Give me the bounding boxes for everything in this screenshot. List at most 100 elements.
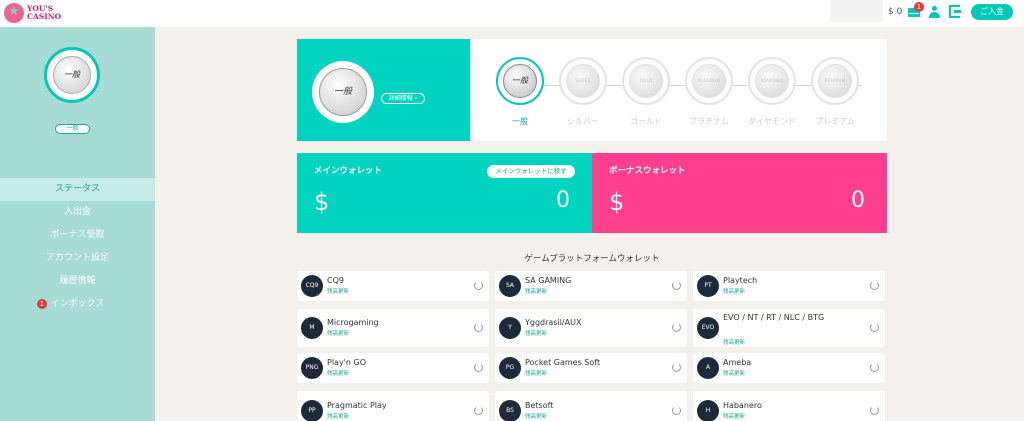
refresh-icon[interactable] [672,323,681,332]
platform-name: Habanero [723,401,762,410]
main-wallet-amount: 0 [556,188,570,213]
tier-silver[interactable]: SILVER シルバー [556,57,610,139]
refresh-icon[interactable] [870,406,879,415]
refresh-icon[interactable] [474,363,483,372]
refresh-icon[interactable] [474,323,483,332]
bonus-wallet-card: ボーナスウォレット $ 0 [592,153,887,233]
avatar-rank-medal: 一般 [53,56,91,94]
platform-name: EVO / NT / RT / NLC / BTG [723,313,825,322]
sidebar-item-history[interactable]: 履歴情報 [0,270,155,293]
tier-medal: PLATINUM [692,64,726,98]
current-rank-card: 一般 詳細情報 › [297,39,470,141]
bonus-wallet-currency: $ [609,188,625,216]
tier-label: プレミアム [815,117,855,126]
tier-diamond[interactable]: DIAMOND ダイヤモンド [745,57,799,139]
main-wallet-card: メインウォレット メインウォレットに移す $ 0 [297,153,592,233]
platform-name: Yggdrasil/AUX [525,318,582,327]
platform-wallet-card: M Microgaming 残高更新 [297,309,489,347]
refresh-icon[interactable] [672,281,681,290]
star-logo-icon [4,3,24,23]
platform-name: Microgaming [327,318,379,327]
platform-logo-icon: PT [697,275,719,297]
balance-update-link[interactable]: 残高更新 [525,412,547,420]
tier-label: 一般 [512,117,528,126]
sidebar: 一般 一般 ステータス 入出金 ボーナス受取 アカウント設定 履歴情報 1 イン… [0,27,155,421]
sidebar-item-bonus[interactable]: ボーナス受取 [0,224,155,247]
rank-avatar: 一般 [44,47,100,103]
main-wallet-currency: $ [314,188,330,216]
sidebar-item-account-settings[interactable]: アカウント設定 [0,247,155,270]
refresh-icon[interactable] [474,406,483,415]
platform-wallet-card: BS Betsoft 残高更新 [495,391,687,421]
platform-logo-icon: Y [499,317,521,339]
platform-name: Play'n GO [327,358,366,367]
tier-medal: SILVER [566,64,600,98]
platform-logo-icon: EVO [697,317,719,339]
logo-text: YOU'S CASINO [27,4,62,21]
platform-logo-icon: M [301,317,323,339]
balance-update-link[interactable]: 残高更新 [525,287,547,295]
platform-name: Pragmatic Play [327,401,387,410]
sidebar-item-label: インボックス [50,299,105,309]
balance-update-link[interactable]: 残高更新 [723,369,745,377]
casino-logo[interactable]: YOU'S CASINO [4,3,61,23]
tier-medal: PREMIUM [818,64,852,98]
platform-logo-icon: BS [499,400,521,421]
tier-general[interactable]: 一般 一般 [493,57,547,139]
balance-update-link[interactable]: 残高更新 [327,287,349,295]
tier-medal: DIAMOND [755,64,789,98]
refresh-icon[interactable] [672,363,681,372]
platform-logo-icon: CQ9 [301,275,323,297]
tier-label: シルバー [567,117,599,126]
mail-badge: 1 [914,2,924,12]
platform-logo-icon: SA [499,275,521,297]
balance-update-link[interactable]: 残高更新 [723,412,745,420]
platform-name: Pocket Games Soft [525,358,601,367]
rank-panel: 一般 詳細情報 › 一般 一般 SILVER シルバー GOLD ゴールド PL… [297,39,887,141]
platform-wallet-card: PG Pocket Games Soft 残高更新 [495,353,687,383]
tier-premium[interactable]: PREMIUM プレミアム [808,57,862,139]
refresh-icon[interactable] [870,281,879,290]
tier-platinum[interactable]: PLATINUM プラチナム [682,57,736,139]
platform-name: Betsoft [525,401,554,410]
tier-medal: 一般 [503,64,537,98]
platform-logo-icon: PG [499,357,521,379]
balance-update-link[interactable]: 残高更新 [723,287,745,295]
inbox-badge: 1 [37,299,47,309]
user-icon[interactable] [929,6,940,18]
refresh-icon[interactable] [474,281,483,290]
sidebar-menu: ステータス 入出金 ボーナス受取 アカウント設定 履歴情報 1 インボックス [0,178,155,316]
tier-label: ダイヤモンド [748,117,796,126]
balance-update-link[interactable]: 残高更新 [327,412,349,420]
platform-wallet-card: Y Yggdrasil/AUX 残高更新 [495,309,687,347]
platform-wallet-card: SA SA GAMING 残高更新 [495,271,687,301]
sidebar-item-inbox[interactable]: 1 インボックス [0,293,155,316]
bonus-wallet-title: ボーナスウォレット [609,166,686,176]
tier-gold[interactable]: GOLD ゴールド [619,57,673,139]
sidebar-item-deposit-withdraw[interactable]: 入出金 [0,201,155,224]
sidebar-item-status[interactable]: ステータス [0,178,155,201]
platform-logo-icon: PNG [301,357,323,379]
platform-wallet-card: CQ9 CQ9 残高更新 [297,271,489,301]
logout-icon[interactable] [949,5,961,18]
current-rank-text: 一般 [319,68,367,116]
platform-wallet-card: PP Pragmatic Play 残高更新 [297,391,489,421]
refresh-icon[interactable] [870,323,879,332]
deposit-button[interactable]: ご入金 [971,4,1013,20]
balance-update-link[interactable]: 残高更新 [525,329,547,337]
balance-update-link[interactable]: 残高更新 [525,369,547,377]
balance-update-link[interactable]: 残高更新 [327,369,349,377]
platform-wallet-card: A Ameba 残高更新 [693,353,885,383]
rank-detail-button[interactable]: 詳細情報 › [381,93,425,104]
platform-wallets-title: ゲームプラットフォームウォレット [524,254,660,264]
platform-wallet-card: PT Playtech 残高更新 [693,271,885,301]
move-to-main-wallet-button[interactable]: メインウォレットに移す [487,165,575,178]
tier-label: プラチナム [689,117,729,126]
balance-update-link[interactable]: 残高更新 [327,329,349,337]
current-rank-medal: 一般 [312,61,374,123]
refresh-icon[interactable] [672,406,681,415]
tier-medal: GOLD [629,64,663,98]
balance-update-link[interactable]: 残高更新 [723,338,745,346]
platform-wallet-card: PNG Play'n GO 残高更新 [297,353,489,383]
refresh-icon[interactable] [870,363,879,372]
